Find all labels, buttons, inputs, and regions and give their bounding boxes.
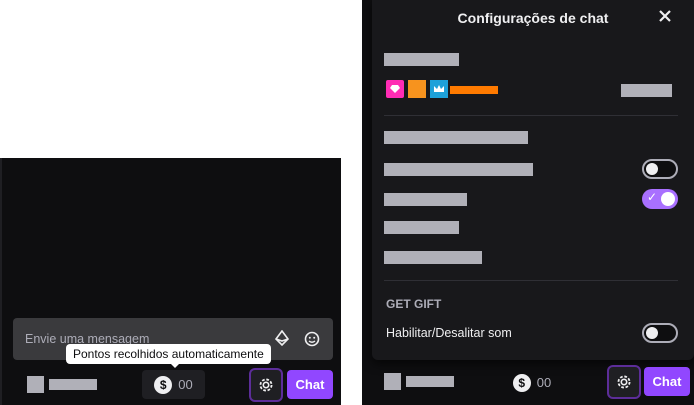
sound-toggle-label: Habilitar/Desalitar som (386, 326, 512, 340)
section-label: GET GIFT (386, 297, 442, 311)
points-button[interactable]: $ 00 (142, 370, 205, 399)
setting-label-placeholder-5 (384, 251, 482, 264)
avatar-placeholder-right (384, 373, 401, 390)
badge-crown-icon[interactable] (430, 80, 448, 98)
chat-settings-button[interactable] (251, 370, 281, 400)
username-placeholder-right (406, 376, 454, 387)
name-color-bar (450, 86, 498, 94)
check-icon: ✓ (647, 190, 658, 204)
points-button-right[interactable]: $ 00 (507, 368, 557, 397)
gear-icon (259, 378, 273, 392)
setting-toggle-2[interactable]: ✓ (642, 189, 678, 209)
chat-send-button-right[interactable]: Chat (644, 367, 690, 396)
chat-send-button[interactable]: Chat (287, 370, 333, 399)
setting-label-placeholder-1 (384, 131, 528, 144)
sound-toggle[interactable] (642, 323, 678, 343)
popup-title: Configurações de chat (457, 10, 609, 26)
divider-1 (384, 115, 678, 116)
setting-toggle-1[interactable] (642, 159, 678, 179)
tooltip-arrow (170, 363, 180, 368)
badge-bits-icon[interactable] (408, 80, 426, 98)
points-count-right: 00 (536, 375, 552, 390)
close-icon[interactable] (658, 9, 672, 28)
setting-label-placeholder-3 (384, 193, 467, 206)
avatar-placeholder (27, 376, 44, 393)
points-tooltip: Pontos recolhidos automaticamente (66, 344, 271, 364)
identity-label-placeholder (384, 53, 459, 66)
bits-icon[interactable] (274, 329, 290, 351)
identity-value-placeholder (621, 84, 672, 97)
setting-label-placeholder-2 (384, 163, 533, 176)
channel-points-icon: $ (154, 375, 173, 394)
chat-settings-button-right[interactable] (609, 367, 639, 397)
chat-settings-popup: Configurações de chat ✓ GET GIFT Habilit… (372, 0, 694, 360)
username-placeholder (49, 379, 97, 390)
emote-icon[interactable] (304, 331, 320, 352)
points-count: 00 (178, 377, 193, 392)
gear-icon (617, 375, 631, 389)
divider-2 (384, 280, 678, 281)
tooltip-text: Pontos recolhidos automaticamente (73, 347, 264, 361)
setting-label-placeholder-4 (384, 221, 459, 234)
badge-prime-icon[interactable] (386, 80, 404, 98)
chat-panel-left: Envie uma mensagem Pontos recolhidos aut… (0, 158, 341, 405)
channel-points-icon-right: $ (512, 373, 531, 392)
